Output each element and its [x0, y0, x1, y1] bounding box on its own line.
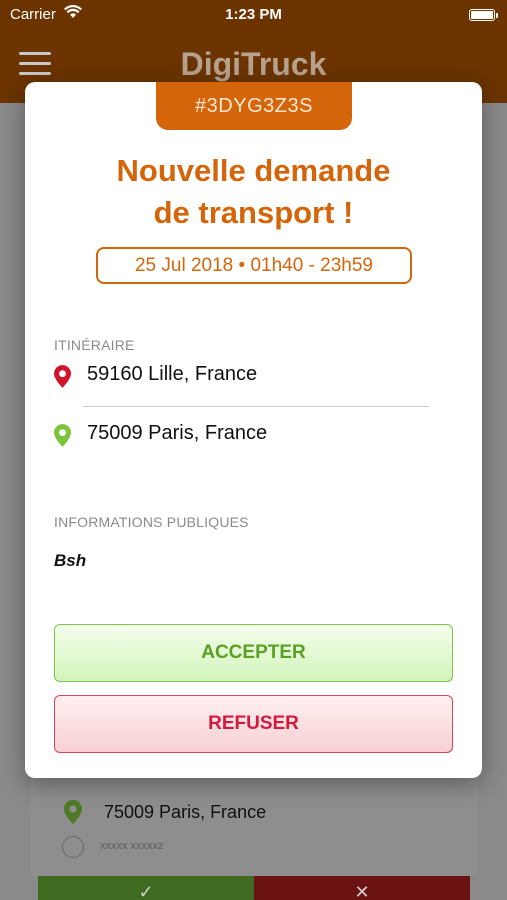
modal-title-line-1: Nouvelle demande — [116, 153, 391, 188]
background-card-user: xxxxx xxxxxz — [100, 840, 164, 852]
status-bar: Carrier 1:23 PM — [0, 0, 507, 30]
close-icon: ✕ — [354, 882, 370, 900]
refuse-button[interactable]: REFUSER — [54, 695, 453, 753]
user-icon — [62, 836, 84, 858]
public-info-label: INFORMATIONS PUBLIQUES — [54, 514, 249, 530]
itinerary-label: ITINÉRAIRE — [54, 337, 135, 353]
accept-button[interactable]: ACCEPTER — [54, 624, 453, 682]
check-icon: ✓ — [138, 882, 154, 900]
modal-title: Nouvelle demande de transport ! — [25, 150, 482, 234]
clock: 1:23 PM — [225, 6, 282, 23]
map-pin-icon — [54, 365, 71, 393]
public-info-text: Bsh — [54, 551, 87, 570]
transport-request-modal: #3DYG3Z3S Nouvelle demande de transport … — [25, 82, 482, 778]
origin-address: 59160 Lille, France — [87, 363, 258, 385]
route-divider — [83, 406, 429, 407]
app-title: DigiTruck — [180, 46, 327, 82]
modal-title-line-2: de transport ! — [153, 195, 354, 230]
background-refuse-button: ✕ — [254, 876, 470, 900]
map-pin-icon — [64, 800, 82, 829]
map-pin-icon — [54, 424, 71, 452]
date-range-badge: 25 Jul 2018 • 01h40 - 23h59 — [96, 247, 412, 284]
background-transport-card: 75009 Paris, France xxxxx xxxxxz — [30, 770, 478, 876]
destination-address: 75009 Paris, France — [87, 422, 268, 444]
battery-icon — [469, 9, 498, 21]
background-card-address: 75009 Paris, France — [104, 802, 267, 822]
request-reference-tab: #3DYG3Z3S — [156, 82, 352, 130]
background-accept-button: ✓ — [38, 876, 254, 900]
